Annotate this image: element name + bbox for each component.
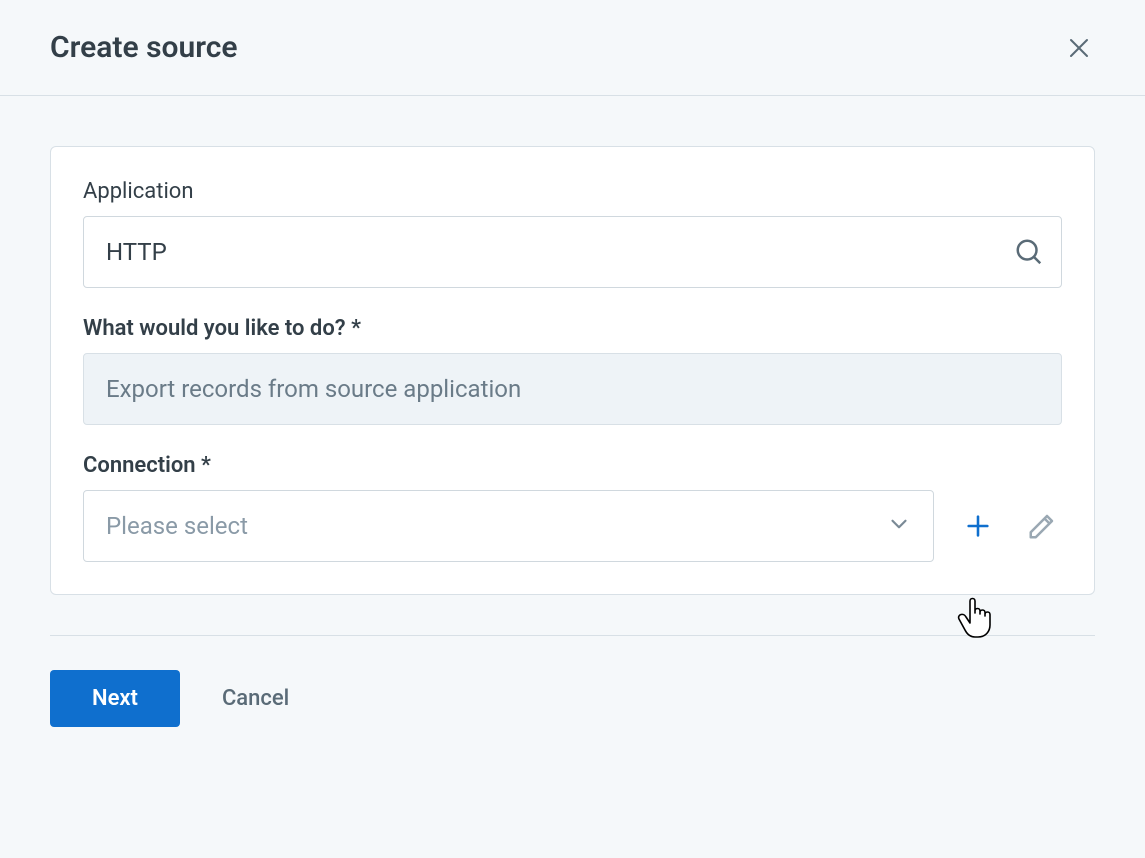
plus-icon <box>964 512 992 540</box>
application-label: Application <box>83 179 1062 204</box>
add-connection-button[interactable] <box>958 506 998 546</box>
next-button[interactable]: Next <box>50 670 180 727</box>
dialog-title: Create source <box>50 30 238 65</box>
cancel-button[interactable]: Cancel <box>222 686 289 711</box>
connection-select-wrapper: Please select <box>83 490 934 562</box>
connection-label: Connection * <box>83 453 1062 478</box>
dialog-footer: Next Cancel <box>50 635 1095 727</box>
dialog-body: Application What would you like to do? *… <box>0 96 1145 777</box>
application-input[interactable] <box>83 216 1062 288</box>
connection-row: Please select <box>83 490 1062 562</box>
action-label: What would you like to do? * <box>83 316 1062 341</box>
action-value: Export records from source application <box>83 353 1062 425</box>
pencil-icon <box>1027 511 1057 541</box>
connection-field-group: Connection * Please select <box>83 453 1062 562</box>
edit-connection-button[interactable] <box>1022 506 1062 546</box>
application-input-wrapper <box>83 216 1062 288</box>
connection-placeholder: Please select <box>106 512 248 540</box>
action-field-group: What would you like to do? * Export reco… <box>83 316 1062 425</box>
form-panel: Application What would you like to do? *… <box>50 146 1095 595</box>
close-button[interactable] <box>1063 32 1095 64</box>
dialog-header: Create source <box>0 0 1145 96</box>
application-field-group: Application <box>83 179 1062 288</box>
close-icon <box>1067 36 1091 60</box>
connection-select[interactable]: Please select <box>83 490 934 562</box>
